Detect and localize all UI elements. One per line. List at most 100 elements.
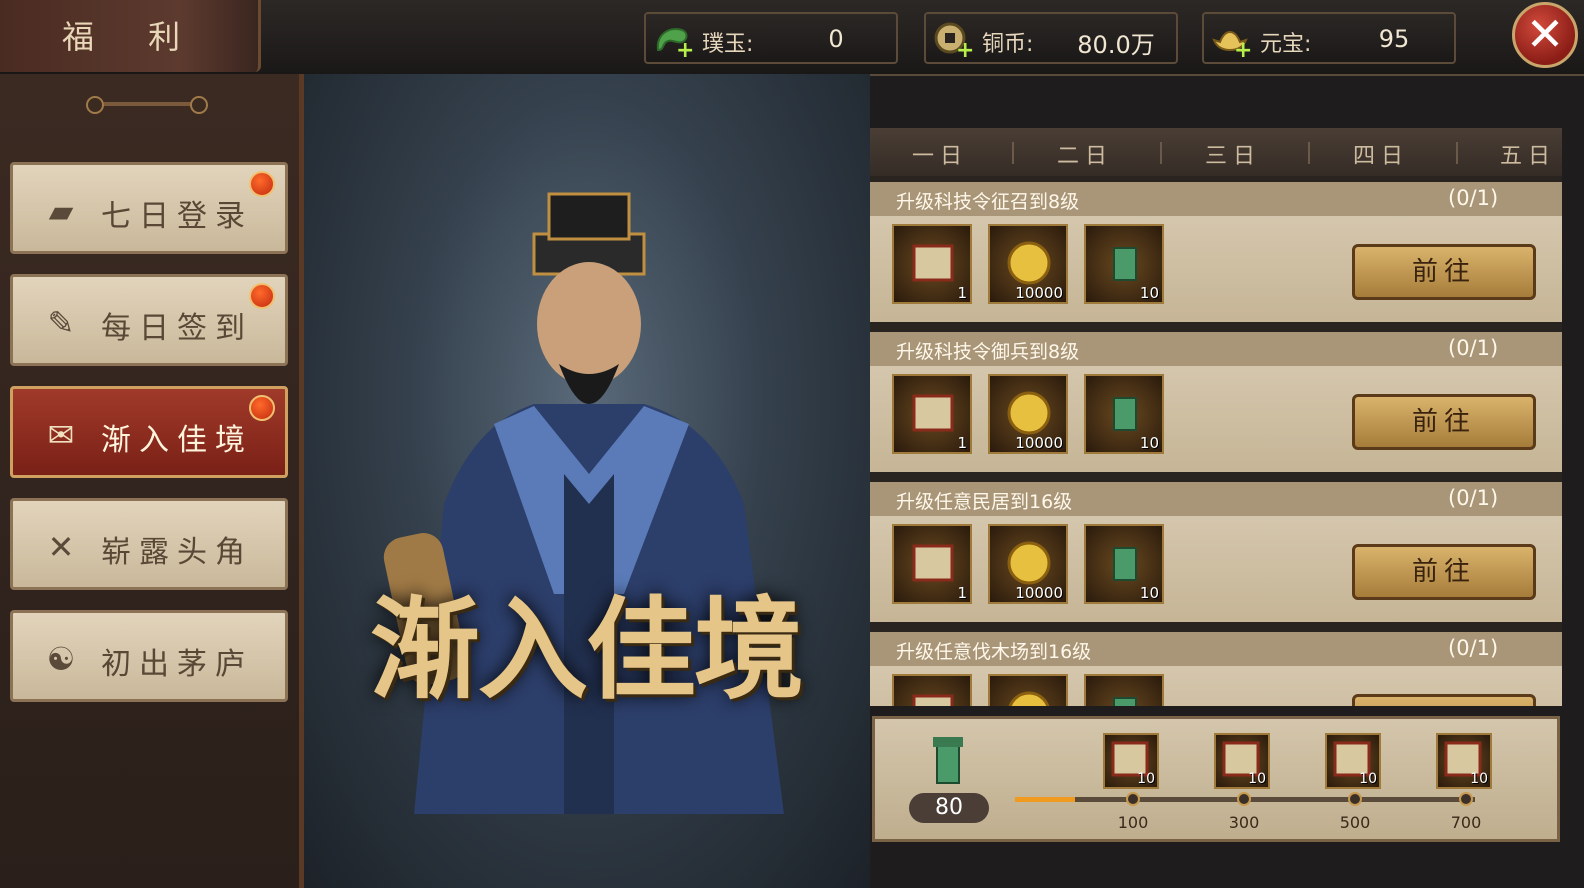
recruit-scroll-icon — [912, 694, 954, 706]
notification-dot — [249, 283, 275, 309]
tab-day-1[interactable]: 一日 — [880, 138, 1000, 170]
scroll-icon: ✉ — [47, 416, 75, 454]
add-coins-icon[interactable]: + — [956, 38, 974, 63]
add-ingots-icon[interactable]: + — [1234, 38, 1252, 63]
milestone-label: 700 — [1450, 813, 1482, 832]
task-progress: (0/1) — [1448, 486, 1499, 510]
task-row: 升级任意伐木场到16级 (0/1) 前往 — [870, 632, 1562, 706]
task-name: 升级任意民居到16级 — [896, 491, 1073, 513]
ingots-label: 元宝: — [1260, 32, 1312, 57]
jade-seal-icon — [1113, 697, 1137, 706]
jade-seal-icon — [933, 737, 963, 784]
milestone-reward[interactable]: 10 — [1325, 733, 1381, 789]
task-row: 升级科技令征召到8级 (0/1) 1 10000 10 前往 — [870, 182, 1562, 322]
reward-item[interactable]: 10 — [1084, 374, 1164, 454]
sidebar-item-label: 每日签到 — [101, 311, 253, 346]
coins-value: 80.0万 — [1077, 31, 1155, 59]
reward-item[interactable] — [988, 674, 1068, 706]
reward-item[interactable]: 10000 — [988, 374, 1068, 454]
milestone-label: 100 — [1117, 813, 1149, 832]
gold-coin-icon — [1007, 541, 1051, 585]
sidebar-item-daily-checkin[interactable]: ✎ 每日签到 — [10, 274, 288, 366]
task-row: 升级任意民居到16级 (0/1) 1 10000 10 前往 — [870, 482, 1562, 622]
page-title: 福 利 — [62, 18, 203, 56]
go-button[interactable]: 前往 — [1352, 244, 1536, 300]
go-button[interactable]: 前往 — [1352, 694, 1536, 706]
jade-seal-icon — [1113, 397, 1137, 431]
reward-item[interactable]: 1 — [892, 224, 972, 304]
reward-item[interactable]: 10 — [1084, 224, 1164, 304]
go-button[interactable]: 前往 — [1352, 394, 1536, 450]
close-button[interactable]: ✕ — [1512, 2, 1578, 68]
gold-coin-icon — [1008, 691, 1050, 706]
milestone-label: 300 — [1228, 813, 1260, 832]
add-jade-icon[interactable]: + — [676, 38, 694, 63]
milestone-reward[interactable]: 10 — [1214, 733, 1270, 789]
title-plate: 福 利 — [0, 0, 261, 72]
reward-item[interactable] — [892, 674, 972, 706]
jade-label: 璞玉: — [702, 32, 754, 57]
tab-day-3[interactable]: 三日 — [1173, 138, 1293, 170]
progress-fill — [1015, 797, 1075, 802]
hero-artwork — [304, 74, 870, 888]
sidebar-item-getting-better[interactable]: ✉ 渐入佳境 — [10, 386, 288, 478]
milestone-marker — [1126, 792, 1140, 806]
notification-dot — [249, 395, 275, 421]
milestone-reward[interactable]: 10 — [1436, 733, 1492, 789]
day-tabs: 一日 二日 三日 四日 五日 — [870, 128, 1562, 176]
books-icon: ▰ — [48, 192, 74, 230]
milestone-marker — [1348, 792, 1362, 806]
tab-day-2[interactable]: 二日 — [1025, 138, 1145, 170]
sidebar-item-emerging[interactable]: ✕ 崭露头角 — [10, 498, 288, 590]
sidebar-item-seven-day-login[interactable]: ▰ 七日登录 — [10, 162, 288, 254]
tornado-icon: ☯ — [46, 640, 76, 678]
top-bar: 福 利 + 璞玉: 0 + 铜币: 80.0万 + 元宝: 95 ✕ — [0, 0, 1584, 76]
activity-progress-panel: 80 10 100 10 300 10 500 10 700 — [872, 716, 1560, 842]
milestone-marker — [1459, 792, 1473, 806]
coins-label: 铜币: — [982, 32, 1034, 57]
ingots-value: 95 — [1378, 25, 1410, 53]
gold-coin-icon — [1007, 391, 1051, 435]
task-name: 升级科技令御兵到8级 — [896, 341, 1080, 363]
gold-coin-icon — [1007, 241, 1051, 285]
hero-title: 渐入佳境 — [370, 585, 804, 714]
crossed-swords-icon: ✕ — [47, 528, 75, 566]
jade-value: 0 — [828, 25, 844, 53]
recruit-scroll-icon — [912, 394, 954, 432]
milestone-marker — [1237, 792, 1251, 806]
feather-icon: ✎ — [47, 304, 75, 342]
sidebar: ▰ 七日登录 ✎ 每日签到 ✉ 渐入佳境 ✕ 崭露头角 ☯ 初出茅庐 — [0, 74, 304, 888]
reward-item[interactable]: 1 — [892, 374, 972, 454]
ingots-resource[interactable]: + 元宝: 95 — [1202, 12, 1456, 64]
sidebar-item-label: 崭露头角 — [101, 535, 253, 570]
sidebar-item-label: 初出茅庐 — [101, 647, 253, 682]
reward-item[interactable]: 10000 — [988, 224, 1068, 304]
milestone-reward[interactable]: 10 — [1103, 733, 1159, 789]
tab-day-4[interactable]: 四日 — [1321, 138, 1441, 170]
sidebar-item-label: 七日登录 — [101, 199, 253, 234]
task-panel: 一日 二日 三日 四日 五日 升级科技令征召到8级 (0/1) 1 10000 … — [870, 128, 1562, 706]
reward-item[interactable] — [1084, 674, 1164, 706]
sidebar-item-label: 渐入佳境 — [101, 423, 253, 458]
task-progress: (0/1) — [1448, 336, 1499, 360]
task-row: 升级科技令御兵到8级 (0/1) 1 10000 10 前往 — [870, 332, 1562, 472]
reward-item[interactable]: 10000 — [988, 524, 1068, 604]
jade-seal-icon — [1113, 247, 1137, 281]
task-name: 升级任意伐木场到16级 — [896, 641, 1092, 663]
tab-day-5[interactable]: 五日 — [1468, 138, 1562, 170]
recruit-scroll-icon — [912, 244, 954, 282]
activity-points: 80 — [909, 793, 989, 823]
sidebar-item-debut[interactable]: ☯ 初出茅庐 — [10, 610, 288, 702]
recruit-scroll-icon — [912, 544, 954, 582]
coins-resource[interactable]: + 铜币: 80.0万 — [924, 12, 1178, 64]
milestone-label: 500 — [1339, 813, 1371, 832]
task-progress: (0/1) — [1448, 186, 1499, 210]
jade-seal-icon — [1113, 547, 1137, 581]
task-progress: (0/1) — [1448, 636, 1499, 660]
notification-dot — [249, 171, 275, 197]
go-button[interactable]: 前往 — [1352, 544, 1536, 600]
jade-resource[interactable]: + 璞玉: 0 — [644, 12, 898, 64]
scroll-ornament — [86, 96, 208, 114]
reward-item[interactable]: 10 — [1084, 524, 1164, 604]
reward-item[interactable]: 1 — [892, 524, 972, 604]
